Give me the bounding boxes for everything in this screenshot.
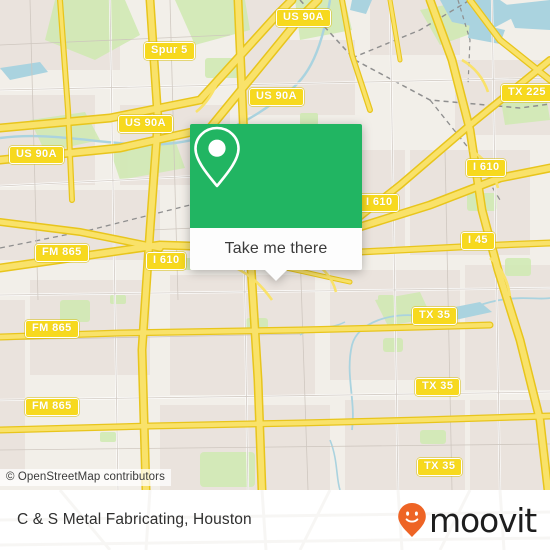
popup-tail xyxy=(264,269,288,281)
footer-bar: C & S Metal Fabricating, Houston moovit xyxy=(0,490,550,550)
highway-shield: I 610 xyxy=(359,194,400,212)
popup-pin-area xyxy=(190,124,362,228)
highway-shield: FM 865 xyxy=(25,320,79,338)
location-popup-card[interactable]: Take me there xyxy=(190,124,362,281)
highway-shield: I 45 xyxy=(461,232,495,250)
take-me-there-label: Take me there xyxy=(224,240,328,257)
highway-shield: US 90A xyxy=(9,146,64,164)
highway-shield: I 610 xyxy=(146,252,187,270)
highway-shield: TX 35 xyxy=(415,378,461,396)
map-canvas[interactable]: US 90A Spur 5 US 90A TX 225 US 90A US 90A I 61… xyxy=(0,0,550,490)
place-title: C & S Metal Fabricating, Houston xyxy=(17,511,252,528)
map-pin-icon xyxy=(194,126,240,188)
highway-shield: TX 35 xyxy=(412,307,458,325)
highway-shield: TX 35 xyxy=(417,458,463,476)
highway-shield: FM 865 xyxy=(25,398,79,416)
highway-shield: US 90A xyxy=(118,115,173,133)
popup-action-row[interactable]: Take me there xyxy=(190,228,362,281)
moovit-logo[interactable]: moovit xyxy=(397,500,537,540)
highway-shield: US 90A xyxy=(276,9,331,27)
osm-attribution[interactable]: © OpenStreetMap contributors xyxy=(0,469,171,486)
highway-shield: I 610 xyxy=(466,159,507,177)
highway-shield: US 90A xyxy=(249,88,304,106)
moovit-wordmark: moovit xyxy=(429,500,537,540)
highway-shield: FM 865 xyxy=(35,244,89,262)
moovit-map-screenshot: US 90A Spur 5 US 90A TX 225 US 90A US 90A I 61… xyxy=(0,0,550,550)
highway-shield: TX 225 xyxy=(501,84,550,102)
moovit-smiley-pin-icon xyxy=(398,503,426,537)
highway-shield: Spur 5 xyxy=(144,42,195,60)
